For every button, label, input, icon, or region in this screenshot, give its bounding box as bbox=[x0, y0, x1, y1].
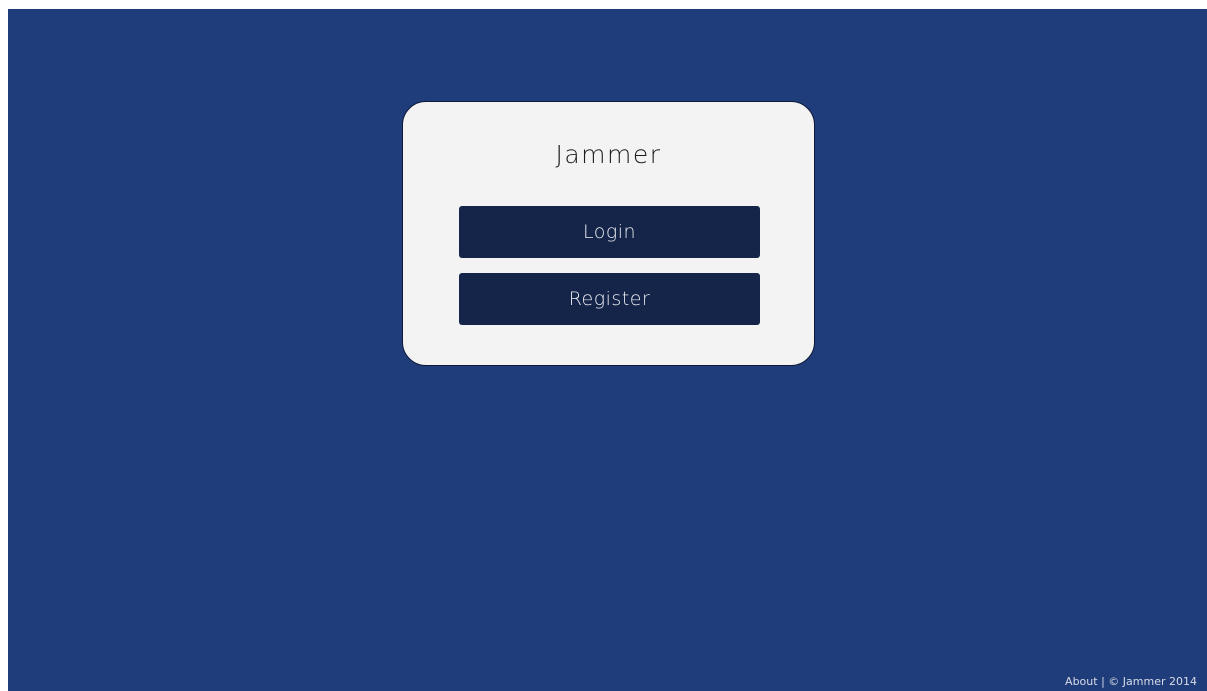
register-button[interactable]: Register bbox=[459, 273, 760, 325]
app-title: Jammer bbox=[555, 140, 662, 169]
footer: About | © Jammer 2014 bbox=[1065, 675, 1197, 689]
footer-separator: | bbox=[1101, 675, 1105, 688]
about-link[interactable]: About bbox=[1065, 675, 1098, 689]
copyright-text: © Jammer 2014 bbox=[1108, 675, 1197, 688]
welcome-card: Jammer Login Register bbox=[402, 101, 815, 366]
page-background: Jammer Login Register About | © Jammer 2… bbox=[8, 9, 1207, 691]
login-button[interactable]: Login bbox=[459, 206, 760, 258]
